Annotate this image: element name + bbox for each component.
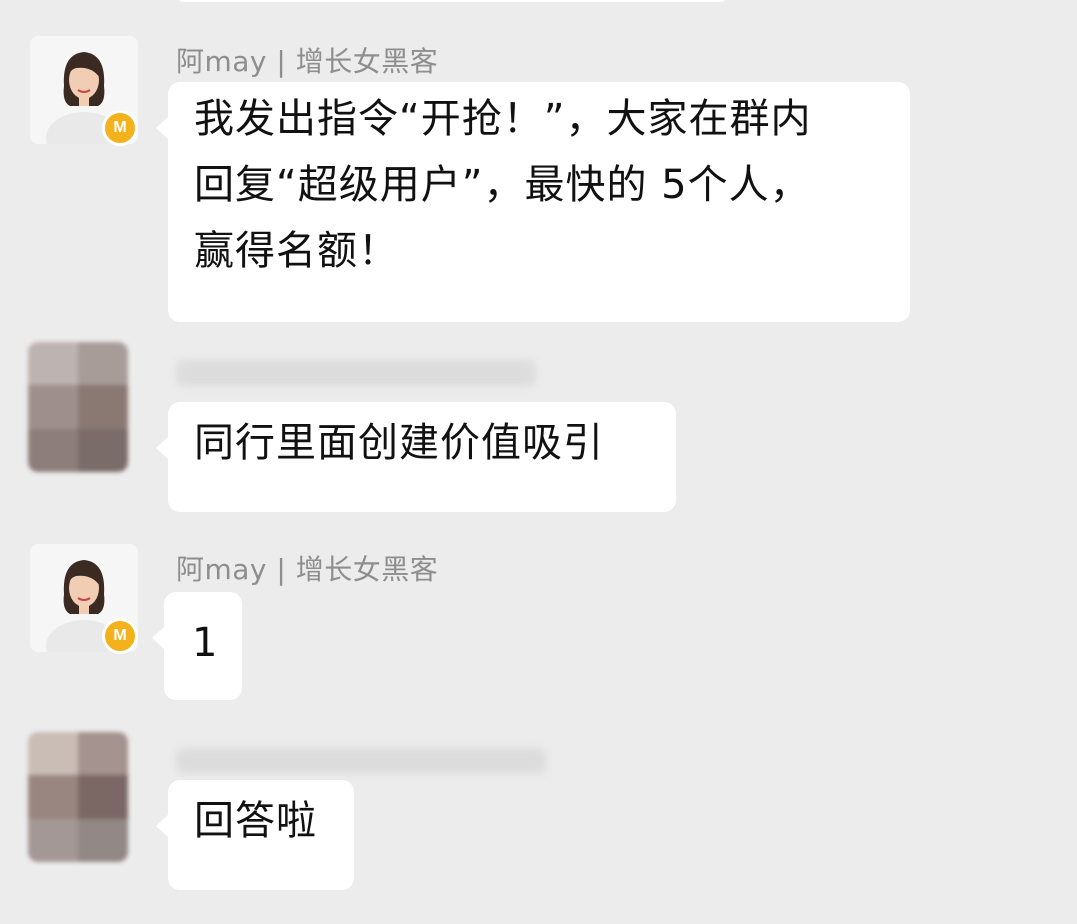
sender-name: 阿may | 增长女黑客: [176, 45, 439, 78]
member-badge: M: [102, 110, 138, 146]
message-bubble[interactable]: 同行里面创建价值吸引: [156, 402, 676, 512]
sender-name: 阿may | 增长女黑客: [176, 553, 439, 586]
message-bubble[interactable]: 1: [152, 592, 242, 700]
sender-name-redacted: [176, 748, 546, 774]
message-bubble[interactable]: 我发出指令“开抢！”，大家在群内 回复“超级用户”，最快的 5个人， 赢得名额！: [156, 82, 910, 322]
sender-name-redacted: [176, 360, 536, 386]
avatar-pixelated[interactable]: [28, 732, 128, 862]
avatar-pixelated[interactable]: [28, 342, 128, 472]
member-badge: M: [102, 618, 138, 654]
previous-message-bubble-edge: [176, 0, 728, 2]
message-bubble[interactable]: 回答啦: [156, 780, 354, 890]
